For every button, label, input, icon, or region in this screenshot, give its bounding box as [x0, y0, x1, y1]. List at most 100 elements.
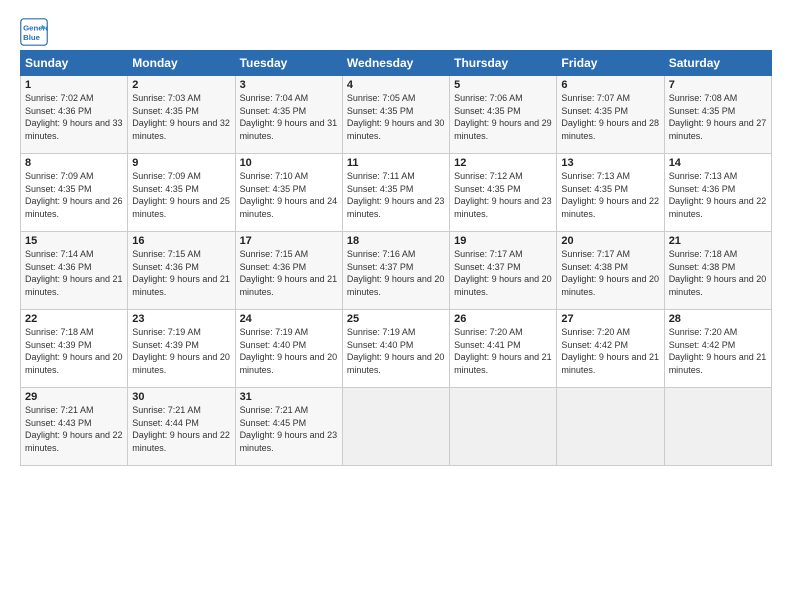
calendar-header-row: SundayMondayTuesdayWednesdayThursdayFrid… — [21, 51, 772, 76]
day-number: 26 — [454, 313, 552, 325]
day-info: Sunrise: 7:20 AMSunset: 4:42 PMDaylight:… — [561, 327, 659, 375]
day-info: Sunrise: 7:03 AMSunset: 4:35 PMDaylight:… — [132, 93, 230, 141]
calendar-cell — [342, 388, 449, 466]
day-number: 24 — [240, 313, 338, 325]
day-number: 18 — [347, 235, 445, 247]
calendar-cell: 23 Sunrise: 7:19 AMSunset: 4:39 PMDaylig… — [128, 310, 235, 388]
calendar-week-2: 15 Sunrise: 7:14 AMSunset: 4:36 PMDaylig… — [21, 232, 772, 310]
day-number: 9 — [132, 157, 230, 169]
day-number: 20 — [561, 235, 659, 247]
calendar-body: 1 Sunrise: 7:02 AMSunset: 4:36 PMDayligh… — [21, 76, 772, 466]
day-info: Sunrise: 7:11 AMSunset: 4:35 PMDaylight:… — [347, 171, 445, 219]
day-info: Sunrise: 7:17 AMSunset: 4:38 PMDaylight:… — [561, 249, 659, 297]
day-number: 30 — [132, 391, 230, 403]
calendar-cell: 15 Sunrise: 7:14 AMSunset: 4:36 PMDaylig… — [21, 232, 128, 310]
calendar-cell: 16 Sunrise: 7:15 AMSunset: 4:36 PMDaylig… — [128, 232, 235, 310]
calendar-cell: 2 Sunrise: 7:03 AMSunset: 4:35 PMDayligh… — [128, 76, 235, 154]
day-number: 29 — [25, 391, 123, 403]
svg-text:Blue: Blue — [23, 33, 41, 42]
calendar-cell — [557, 388, 664, 466]
col-header-friday: Friday — [557, 51, 664, 76]
day-info: Sunrise: 7:18 AMSunset: 4:39 PMDaylight:… — [25, 327, 123, 375]
calendar-cell: 27 Sunrise: 7:20 AMSunset: 4:42 PMDaylig… — [557, 310, 664, 388]
day-number: 14 — [669, 157, 767, 169]
calendar-week-3: 22 Sunrise: 7:18 AMSunset: 4:39 PMDaylig… — [21, 310, 772, 388]
day-number: 11 — [347, 157, 445, 169]
day-info: Sunrise: 7:19 AMSunset: 4:40 PMDaylight:… — [240, 327, 338, 375]
day-info: Sunrise: 7:13 AMSunset: 4:35 PMDaylight:… — [561, 171, 659, 219]
day-info: Sunrise: 7:19 AMSunset: 4:39 PMDaylight:… — [132, 327, 230, 375]
day-info: Sunrise: 7:06 AMSunset: 4:35 PMDaylight:… — [454, 93, 552, 141]
day-info: Sunrise: 7:10 AMSunset: 4:35 PMDaylight:… — [240, 171, 338, 219]
col-header-monday: Monday — [128, 51, 235, 76]
calendar-cell: 7 Sunrise: 7:08 AMSunset: 4:35 PMDayligh… — [664, 76, 771, 154]
col-header-thursday: Thursday — [450, 51, 557, 76]
calendar-cell: 28 Sunrise: 7:20 AMSunset: 4:42 PMDaylig… — [664, 310, 771, 388]
day-info: Sunrise: 7:21 AMSunset: 4:44 PMDaylight:… — [132, 405, 230, 453]
calendar-week-0: 1 Sunrise: 7:02 AMSunset: 4:36 PMDayligh… — [21, 76, 772, 154]
day-info: Sunrise: 7:16 AMSunset: 4:37 PMDaylight:… — [347, 249, 445, 297]
logo-icon: General Blue — [20, 18, 48, 46]
col-header-saturday: Saturday — [664, 51, 771, 76]
day-number: 12 — [454, 157, 552, 169]
day-number: 6 — [561, 79, 659, 91]
day-number: 22 — [25, 313, 123, 325]
calendar-cell: 8 Sunrise: 7:09 AMSunset: 4:35 PMDayligh… — [21, 154, 128, 232]
day-info: Sunrise: 7:15 AMSunset: 4:36 PMDaylight:… — [240, 249, 338, 297]
day-number: 13 — [561, 157, 659, 169]
header: General Blue — [20, 18, 772, 46]
day-number: 8 — [25, 157, 123, 169]
day-number: 2 — [132, 79, 230, 91]
day-number: 17 — [240, 235, 338, 247]
day-number: 5 — [454, 79, 552, 91]
col-header-sunday: Sunday — [21, 51, 128, 76]
day-number: 10 — [240, 157, 338, 169]
calendar-cell: 13 Sunrise: 7:13 AMSunset: 4:35 PMDaylig… — [557, 154, 664, 232]
day-info: Sunrise: 7:21 AMSunset: 4:45 PMDaylight:… — [240, 405, 338, 453]
calendar-cell: 24 Sunrise: 7:19 AMSunset: 4:40 PMDaylig… — [235, 310, 342, 388]
calendar-cell: 25 Sunrise: 7:19 AMSunset: 4:40 PMDaylig… — [342, 310, 449, 388]
day-info: Sunrise: 7:14 AMSunset: 4:36 PMDaylight:… — [25, 249, 123, 297]
day-info: Sunrise: 7:02 AMSunset: 4:36 PMDaylight:… — [25, 93, 123, 141]
day-info: Sunrise: 7:20 AMSunset: 4:42 PMDaylight:… — [669, 327, 767, 375]
day-info: Sunrise: 7:08 AMSunset: 4:35 PMDaylight:… — [669, 93, 767, 141]
day-number: 3 — [240, 79, 338, 91]
day-info: Sunrise: 7:07 AMSunset: 4:35 PMDaylight:… — [561, 93, 659, 141]
calendar-cell: 30 Sunrise: 7:21 AMSunset: 4:44 PMDaylig… — [128, 388, 235, 466]
day-number: 4 — [347, 79, 445, 91]
day-number: 21 — [669, 235, 767, 247]
calendar-cell: 9 Sunrise: 7:09 AMSunset: 4:35 PMDayligh… — [128, 154, 235, 232]
calendar-cell: 29 Sunrise: 7:21 AMSunset: 4:43 PMDaylig… — [21, 388, 128, 466]
logo: General Blue — [20, 18, 52, 46]
calendar-cell: 21 Sunrise: 7:18 AMSunset: 4:38 PMDaylig… — [664, 232, 771, 310]
day-info: Sunrise: 7:04 AMSunset: 4:35 PMDaylight:… — [240, 93, 338, 141]
calendar-cell: 20 Sunrise: 7:17 AMSunset: 4:38 PMDaylig… — [557, 232, 664, 310]
day-number: 1 — [25, 79, 123, 91]
col-header-tuesday: Tuesday — [235, 51, 342, 76]
calendar-week-1: 8 Sunrise: 7:09 AMSunset: 4:35 PMDayligh… — [21, 154, 772, 232]
day-info: Sunrise: 7:15 AMSunset: 4:36 PMDaylight:… — [132, 249, 230, 297]
day-info: Sunrise: 7:09 AMSunset: 4:35 PMDaylight:… — [132, 171, 230, 219]
calendar-cell: 14 Sunrise: 7:13 AMSunset: 4:36 PMDaylig… — [664, 154, 771, 232]
calendar-cell: 31 Sunrise: 7:21 AMSunset: 4:45 PMDaylig… — [235, 388, 342, 466]
day-number: 31 — [240, 391, 338, 403]
calendar-cell: 10 Sunrise: 7:10 AMSunset: 4:35 PMDaylig… — [235, 154, 342, 232]
day-number: 15 — [25, 235, 123, 247]
calendar-cell — [450, 388, 557, 466]
day-info: Sunrise: 7:09 AMSunset: 4:35 PMDaylight:… — [25, 171, 123, 219]
calendar-cell: 6 Sunrise: 7:07 AMSunset: 4:35 PMDayligh… — [557, 76, 664, 154]
day-number: 23 — [132, 313, 230, 325]
day-info: Sunrise: 7:20 AMSunset: 4:41 PMDaylight:… — [454, 327, 552, 375]
calendar-cell: 5 Sunrise: 7:06 AMSunset: 4:35 PMDayligh… — [450, 76, 557, 154]
calendar-cell: 11 Sunrise: 7:11 AMSunset: 4:35 PMDaylig… — [342, 154, 449, 232]
day-info: Sunrise: 7:05 AMSunset: 4:35 PMDaylight:… — [347, 93, 445, 141]
day-info: Sunrise: 7:19 AMSunset: 4:40 PMDaylight:… — [347, 327, 445, 375]
calendar-cell: 22 Sunrise: 7:18 AMSunset: 4:39 PMDaylig… — [21, 310, 128, 388]
calendar-cell: 17 Sunrise: 7:15 AMSunset: 4:36 PMDaylig… — [235, 232, 342, 310]
calendar-cell: 1 Sunrise: 7:02 AMSunset: 4:36 PMDayligh… — [21, 76, 128, 154]
calendar-cell: 19 Sunrise: 7:17 AMSunset: 4:37 PMDaylig… — [450, 232, 557, 310]
calendar-cell: 3 Sunrise: 7:04 AMSunset: 4:35 PMDayligh… — [235, 76, 342, 154]
day-info: Sunrise: 7:21 AMSunset: 4:43 PMDaylight:… — [25, 405, 123, 453]
day-info: Sunrise: 7:17 AMSunset: 4:37 PMDaylight:… — [454, 249, 552, 297]
day-info: Sunrise: 7:18 AMSunset: 4:38 PMDaylight:… — [669, 249, 767, 297]
